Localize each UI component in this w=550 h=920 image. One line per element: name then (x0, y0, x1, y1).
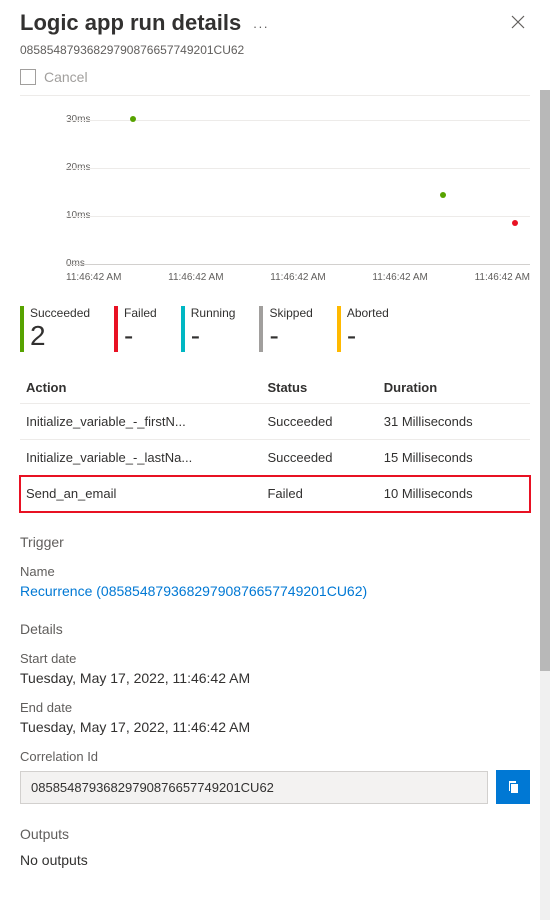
cell-action: Send_an_email (20, 476, 261, 512)
color-bar (259, 306, 263, 352)
x-tick: 11:46:42 AM (372, 272, 427, 283)
x-tick: 11:46:42 AM (66, 272, 121, 283)
stat-aborted[interactable]: Aborted - (337, 306, 389, 352)
col-duration[interactable]: Duration (378, 372, 530, 404)
stat-value: - (191, 322, 236, 350)
outputs-value: No outputs (20, 852, 530, 868)
cell-status: Succeeded (261, 404, 377, 440)
scrollbar-thumb[interactable] (540, 90, 550, 671)
col-action[interactable]: Action (20, 372, 261, 404)
trigger-name-link[interactable]: Recurrence (0858548793682979087665774920… (20, 583, 530, 599)
stat-label: Running (191, 306, 236, 320)
start-date-value: Tuesday, May 17, 2022, 11:46:42 AM (20, 670, 530, 686)
cell-action: Initialize_variable_-_lastNa... (20, 440, 261, 476)
x-tick: 11:46:42 AM (270, 272, 325, 283)
scrollbar[interactable] (540, 90, 550, 920)
status-summary: Succeeded 2 Failed - Running - Skipped -… (20, 306, 530, 352)
color-bar (337, 306, 341, 352)
trigger-heading: Trigger (20, 534, 530, 550)
cell-duration: 31 Milliseconds (378, 404, 530, 440)
table-row[interactable]: Initialize_variable_-_firstN... Succeede… (20, 404, 530, 440)
stat-value: - (269, 322, 312, 350)
stat-label: Succeeded (30, 306, 90, 320)
stat-skipped[interactable]: Skipped - (259, 306, 312, 352)
correlation-id-input[interactable] (20, 771, 488, 804)
cancel-checkbox-icon (20, 69, 36, 85)
x-tick: 11:46:42 AM (475, 272, 530, 283)
cancel-button: Cancel (20, 69, 530, 96)
more-icon[interactable]: ··· (253, 19, 269, 34)
cell-status: Failed (261, 476, 377, 512)
cell-action: Initialize_variable_-_firstN... (20, 404, 261, 440)
actions-table: Action Status Duration Initialize_variab… (20, 372, 530, 512)
run-id: 08585487936829790876657749201CU62 (20, 43, 530, 57)
color-bar (181, 306, 185, 352)
stat-failed[interactable]: Failed - (114, 306, 157, 352)
end-date-label: End date (20, 700, 530, 715)
stat-label: Skipped (269, 306, 312, 320)
col-status[interactable]: Status (261, 372, 377, 404)
stat-succeeded[interactable]: Succeeded 2 (20, 306, 90, 352)
cell-status: Succeeded (261, 440, 377, 476)
cancel-label: Cancel (44, 69, 88, 85)
table-row-highlighted[interactable]: Send_an_email Failed 10 Milliseconds (20, 476, 530, 512)
panel-header: Logic app run details ··· (20, 10, 530, 39)
table-row[interactable]: Initialize_variable_-_lastNa... Succeede… (20, 440, 530, 476)
correlation-id-label: Correlation Id (20, 749, 530, 764)
stat-label: Failed (124, 306, 157, 320)
cell-duration: 10 Milliseconds (378, 476, 530, 512)
chart-point (512, 220, 518, 226)
details-heading: Details (20, 621, 530, 637)
end-date-value: Tuesday, May 17, 2022, 11:46:42 AM (20, 719, 530, 735)
chart-point (130, 116, 136, 122)
cell-duration: 15 Milliseconds (378, 440, 530, 476)
chart-point (440, 192, 446, 198)
close-icon[interactable] (506, 10, 530, 39)
copy-icon (505, 779, 521, 795)
page-title: Logic app run details (20, 10, 241, 36)
start-date-label: Start date (20, 651, 530, 666)
name-label: Name (20, 564, 530, 579)
stat-value: - (124, 322, 157, 350)
x-tick: 11:46:42 AM (168, 272, 223, 283)
stat-value: - (347, 322, 389, 350)
color-bar (114, 306, 118, 352)
color-bar (20, 306, 24, 352)
copy-button[interactable] (496, 770, 530, 804)
duration-chart: 30ms 20ms 10ms 0ms 11:46:42 AM 11:46:42 … (20, 116, 530, 296)
stat-label: Aborted (347, 306, 389, 320)
outputs-heading: Outputs (20, 826, 530, 842)
stat-running[interactable]: Running - (181, 306, 236, 352)
stat-value: 2 (30, 322, 90, 350)
